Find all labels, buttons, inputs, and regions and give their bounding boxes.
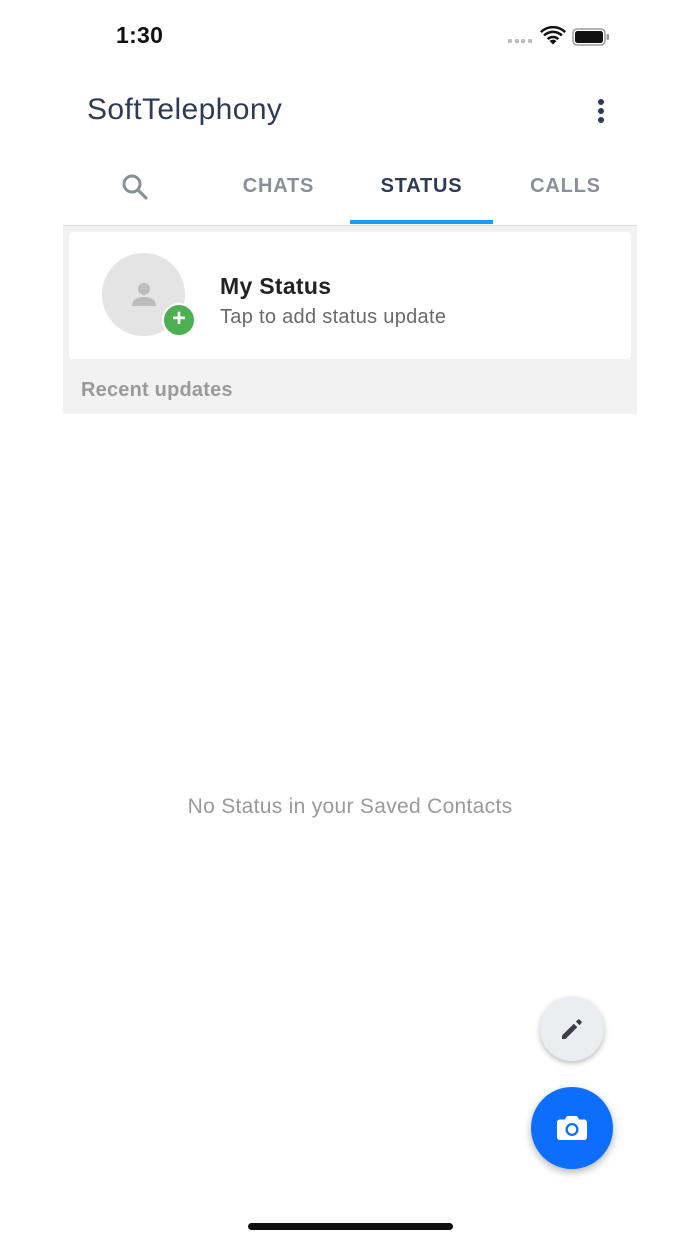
pencil-icon	[562, 1019, 582, 1039]
text-status-button[interactable]	[540, 997, 604, 1061]
system-status-bar: 1:30	[0, 0, 700, 70]
my-status-subtitle: Tap to add status update	[220, 306, 447, 328]
my-status-row[interactable]: + My Status Tap to add status update	[69, 232, 631, 359]
camera-status-button[interactable]	[531, 1087, 613, 1169]
cellular-signal-icon	[508, 39, 534, 45]
home-indicator	[248, 1223, 453, 1230]
tab-chats[interactable]: CHATS	[207, 148, 350, 225]
tab-status[interactable]: STATUS	[350, 148, 493, 225]
empty-state-message: No Status in your Saved Contacts	[187, 795, 513, 818]
add-status-icon[interactable]: +	[162, 303, 196, 337]
more-vertical-icon	[598, 99, 604, 105]
status-screen: 1:30 SoftTelephony CHATS STATUS CALLS + …	[0, 0, 700, 1244]
active-tab-indicator	[350, 220, 493, 224]
person-icon	[132, 283, 156, 306]
status-list: + My Status Tap to add status update Rec…	[63, 226, 637, 414]
more-options-button[interactable]	[586, 94, 616, 128]
wifi-icon	[540, 26, 566, 45]
recent-updates-header: Recent updates	[81, 379, 233, 401]
app-title: SoftTelephony	[87, 93, 283, 126]
camera-icon	[557, 1116, 587, 1140]
battery-icon	[572, 28, 609, 46]
search-icon	[122, 174, 148, 200]
tab-bar: CHATS STATUS CALLS	[63, 148, 637, 226]
tab-search[interactable]	[63, 148, 206, 225]
clock-time: 1:30	[116, 22, 164, 48]
tab-calls[interactable]: CALLS	[494, 148, 637, 225]
my-status-title: My Status	[220, 273, 332, 299]
